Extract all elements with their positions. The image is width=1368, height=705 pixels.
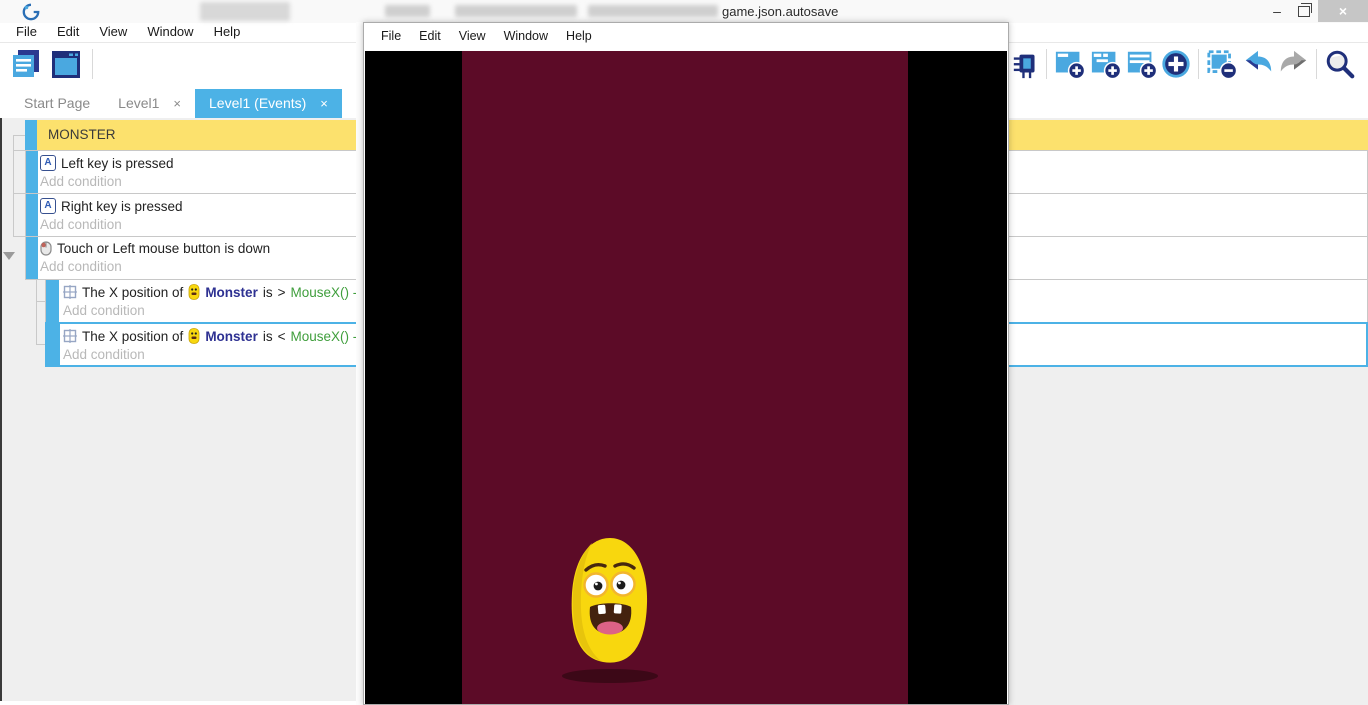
monster-object-icon [188,284,200,300]
tree-line [36,280,37,345]
condition-text: Right key is pressed [61,199,183,214]
expression-text: MouseX() - [290,329,357,344]
condition-text: The X position of [82,285,183,300]
condition-text: Left key is pressed [61,156,174,171]
divider [1198,49,1199,79]
tree-line [36,344,45,345]
game-canvas[interactable] [365,51,1007,704]
menu-item-file[interactable]: File [6,24,47,42]
menu-item-window[interactable]: Window [495,29,557,43]
tree-line [36,301,45,302]
game-scene-background [462,51,908,704]
preview-menubar: File Edit View Window Help [372,29,601,43]
monster-shadow [562,669,658,683]
blurred-title-text [385,5,430,17]
gdevelop-logo [22,3,40,21]
divider [1316,49,1317,79]
scene-editor-icon[interactable] [50,47,82,81]
keyboard-key-icon: A [40,198,56,214]
divider [92,49,93,79]
restore-button[interactable] [1298,6,1310,17]
add-comment-icon[interactable] [1126,47,1158,81]
window-title: game.json.autosave [722,4,838,19]
divider [0,118,2,705]
window-titlebar: game.json.autosave – × [0,0,1368,23]
menu-item-help[interactable]: Help [557,29,601,43]
tree-line [13,150,25,151]
expression-text: MouseX() - [290,285,357,300]
object-name: Monster [205,285,258,300]
event-selection-bar [47,324,60,365]
tab-start-page[interactable]: Start Page [10,89,104,118]
preview-window: File Edit View Window Help [363,22,1009,705]
tab-close-icon[interactable]: × [320,89,328,118]
tree-line [13,135,25,136]
event-selection-bar [26,237,38,279]
event-selection-bar [26,151,38,193]
menu-item-file[interactable]: File [372,29,410,43]
mouse-icon [40,241,52,256]
menu-item-window[interactable]: Window [137,24,203,42]
blurred-title-text [588,5,718,17]
add-event-icon[interactable] [1054,47,1086,81]
condition-text: Touch or Left mouse button is down [57,241,270,256]
divider [0,701,363,705]
menu-item-view[interactable]: View [89,24,137,42]
add-subevent-icon[interactable] [1090,47,1122,81]
monster-sprite [561,533,659,691]
blurred-title-text [200,2,290,21]
add-other-event-icon[interactable] [1160,47,1192,81]
tree-line [13,193,25,194]
menu-item-view[interactable]: View [450,29,495,43]
project-manager-icon[interactable] [10,47,42,81]
blurred-title-text [455,5,577,17]
tab-close-icon[interactable]: × [173,89,181,118]
divider [1046,49,1047,79]
undo-icon[interactable] [1242,47,1274,81]
tab-level1[interactable]: Level1 × [104,89,195,118]
menubar: File Edit View Window Help [6,24,250,42]
tree-line [13,236,25,237]
position-icon [63,329,77,343]
close-button[interactable]: × [1318,0,1368,22]
menu-item-edit[interactable]: Edit [47,24,89,42]
menu-item-help[interactable]: Help [204,24,251,42]
event-selection-bar [46,280,59,322]
search-events-icon[interactable] [1324,47,1356,81]
keyboard-key-icon: A [40,155,56,171]
condition-text: The X position of [82,329,183,344]
debugger-icon[interactable] [1011,47,1043,81]
delete-event-icon[interactable] [1206,47,1238,81]
object-name: Monster [205,329,258,344]
event-selection-bar [26,194,38,236]
event-selection-bar [25,120,37,150]
menu-item-edit[interactable]: Edit [410,29,450,43]
tab-level1-events[interactable]: Level1 (Events) × [195,89,342,118]
minimize-button[interactable]: – [1266,3,1288,21]
redo-icon[interactable] [1278,47,1310,81]
collapse-arrow-icon[interactable] [3,252,15,260]
position-icon [63,285,77,299]
divider [356,22,363,705]
monster-object-icon [188,328,200,344]
